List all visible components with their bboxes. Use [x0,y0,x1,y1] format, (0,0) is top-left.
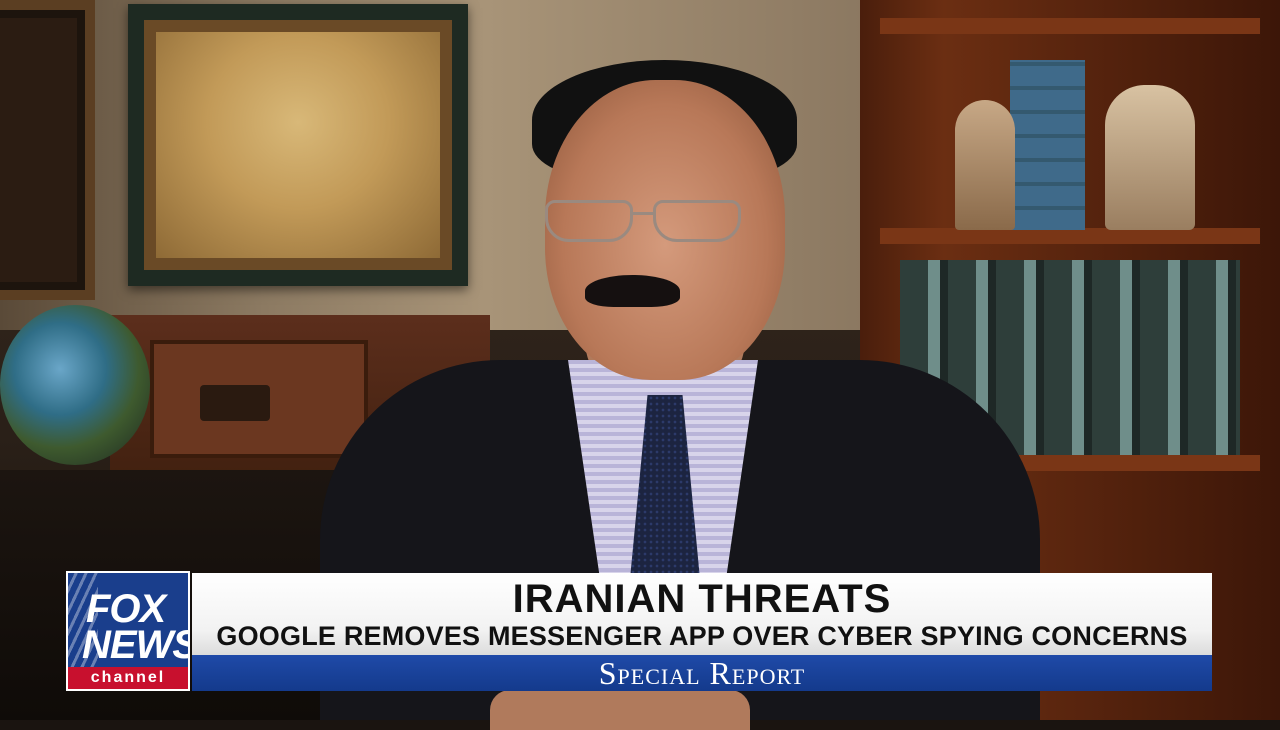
headline: IRANIAN THREATS [512,577,892,621]
globe [0,305,150,465]
picture-frame-left [0,0,95,300]
shelf [880,18,1260,34]
logo-channel: channel [68,667,188,689]
statue-right [1105,85,1195,230]
hands [490,690,750,730]
logo-line2: NEWS [82,623,190,667]
mustache [585,275,680,307]
fox-news-channel-logo: FOX NEWS channel [66,571,190,691]
subheadline: GOOGLE REMOVES MESSENGER APP OVER CYBER … [216,621,1188,651]
show-name: Special Report [598,655,806,691]
show-name-bar: Special Report [192,655,1212,691]
drawer-handle [200,385,270,421]
lower-third-banner: IRANIAN THREATS GOOGLE REMOVES MESSENGER… [192,573,1212,655]
glasses [545,200,745,244]
